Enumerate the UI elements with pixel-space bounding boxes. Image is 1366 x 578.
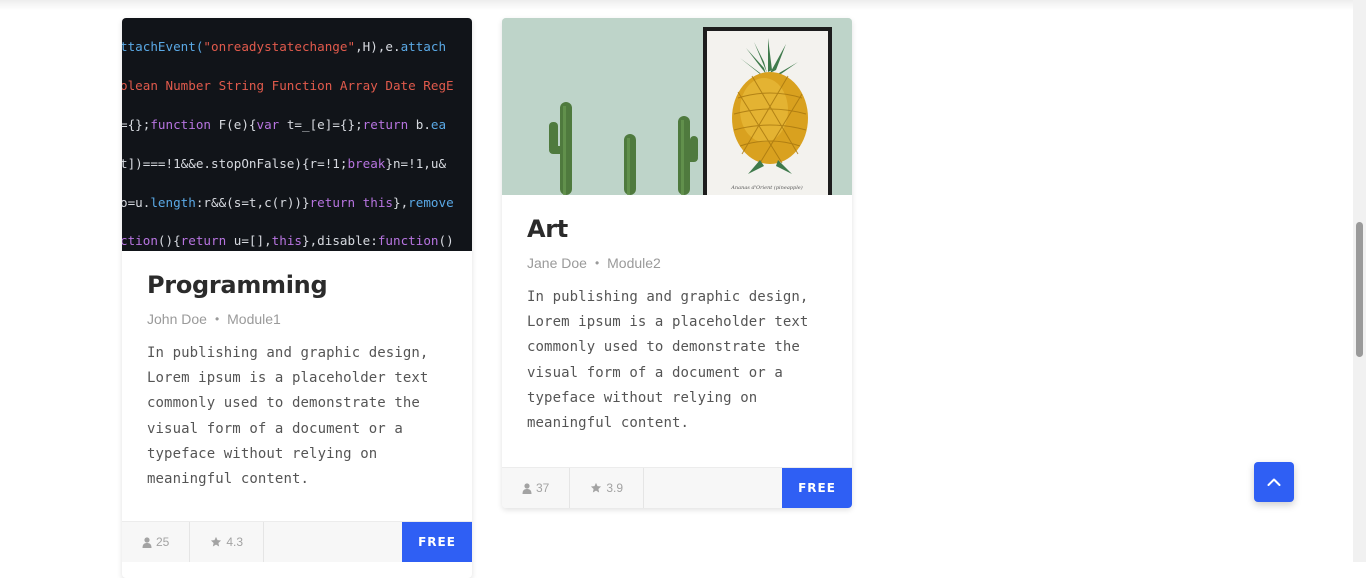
course-image-art[interactable]: Ananas d'Orient (pineapple) bbox=[502, 18, 852, 195]
course-title[interactable]: Programming bbox=[147, 271, 447, 299]
course-title[interactable]: Art bbox=[527, 215, 827, 243]
cactus-pineapple-image: Ananas d'Orient (pineapple) bbox=[502, 18, 852, 195]
course-footer: 25 4.3 FREE bbox=[122, 521, 472, 562]
user-icon bbox=[522, 482, 532, 494]
students-count: 37 bbox=[502, 468, 571, 508]
free-button[interactable]: FREE bbox=[782, 468, 852, 508]
header-shadow bbox=[0, 0, 1353, 10]
free-button[interactable]: FREE bbox=[402, 522, 472, 562]
footer-spacer bbox=[264, 522, 402, 562]
course-description: In publishing and graphic design, Lorem … bbox=[147, 345, 429, 488]
footer-spacer bbox=[644, 468, 782, 508]
course-card-art[interactable]: Ananas d'Orient (pineapple) Art Jane Doe… bbox=[502, 18, 852, 508]
course-meta: John Doe • Module1 bbox=[147, 311, 447, 327]
code-screen-image: ttachEvent("onreadystatechange",H),e.att… bbox=[122, 18, 472, 251]
star-icon bbox=[211, 536, 222, 547]
course-card-programming[interactable]: ttachEvent("onreadystatechange",H),e.att… bbox=[122, 18, 472, 578]
rating-value: 4.3 bbox=[226, 535, 244, 549]
chevron-up-icon bbox=[1267, 478, 1281, 486]
user-icon bbox=[142, 536, 152, 548]
students-value: 37 bbox=[536, 481, 550, 495]
meta-separator-dot: • bbox=[594, 256, 600, 270]
page-scrollbar[interactable] bbox=[1353, 0, 1366, 562]
students-value: 25 bbox=[156, 535, 170, 549]
meta-separator-dot: • bbox=[214, 312, 220, 326]
students-count: 25 bbox=[122, 522, 191, 562]
scrollbar-thumb[interactable] bbox=[1356, 222, 1363, 357]
course-footer: 37 3.9 FREE bbox=[502, 467, 852, 508]
rating: 3.9 bbox=[570, 468, 645, 508]
course-author[interactable]: John Doe bbox=[147, 311, 207, 327]
back-to-top-button[interactable] bbox=[1254, 462, 1294, 502]
course-author[interactable]: Jane Doe bbox=[527, 255, 587, 271]
course-image-programming[interactable]: ttachEvent("onreadystatechange",H),e.att… bbox=[122, 18, 472, 251]
rating: 4.3 bbox=[190, 522, 265, 562]
course-module[interactable]: Module1 bbox=[227, 311, 281, 327]
pineapple-print-caption: Ananas d'Orient (pineapple) bbox=[730, 184, 802, 191]
course-module[interactable]: Module2 bbox=[607, 255, 661, 271]
course-meta: Jane Doe • Module2 bbox=[527, 255, 827, 271]
star-icon bbox=[591, 482, 602, 493]
course-description: In publishing and graphic design, Lorem … bbox=[527, 289, 809, 432]
rating-value: 3.9 bbox=[606, 481, 624, 495]
